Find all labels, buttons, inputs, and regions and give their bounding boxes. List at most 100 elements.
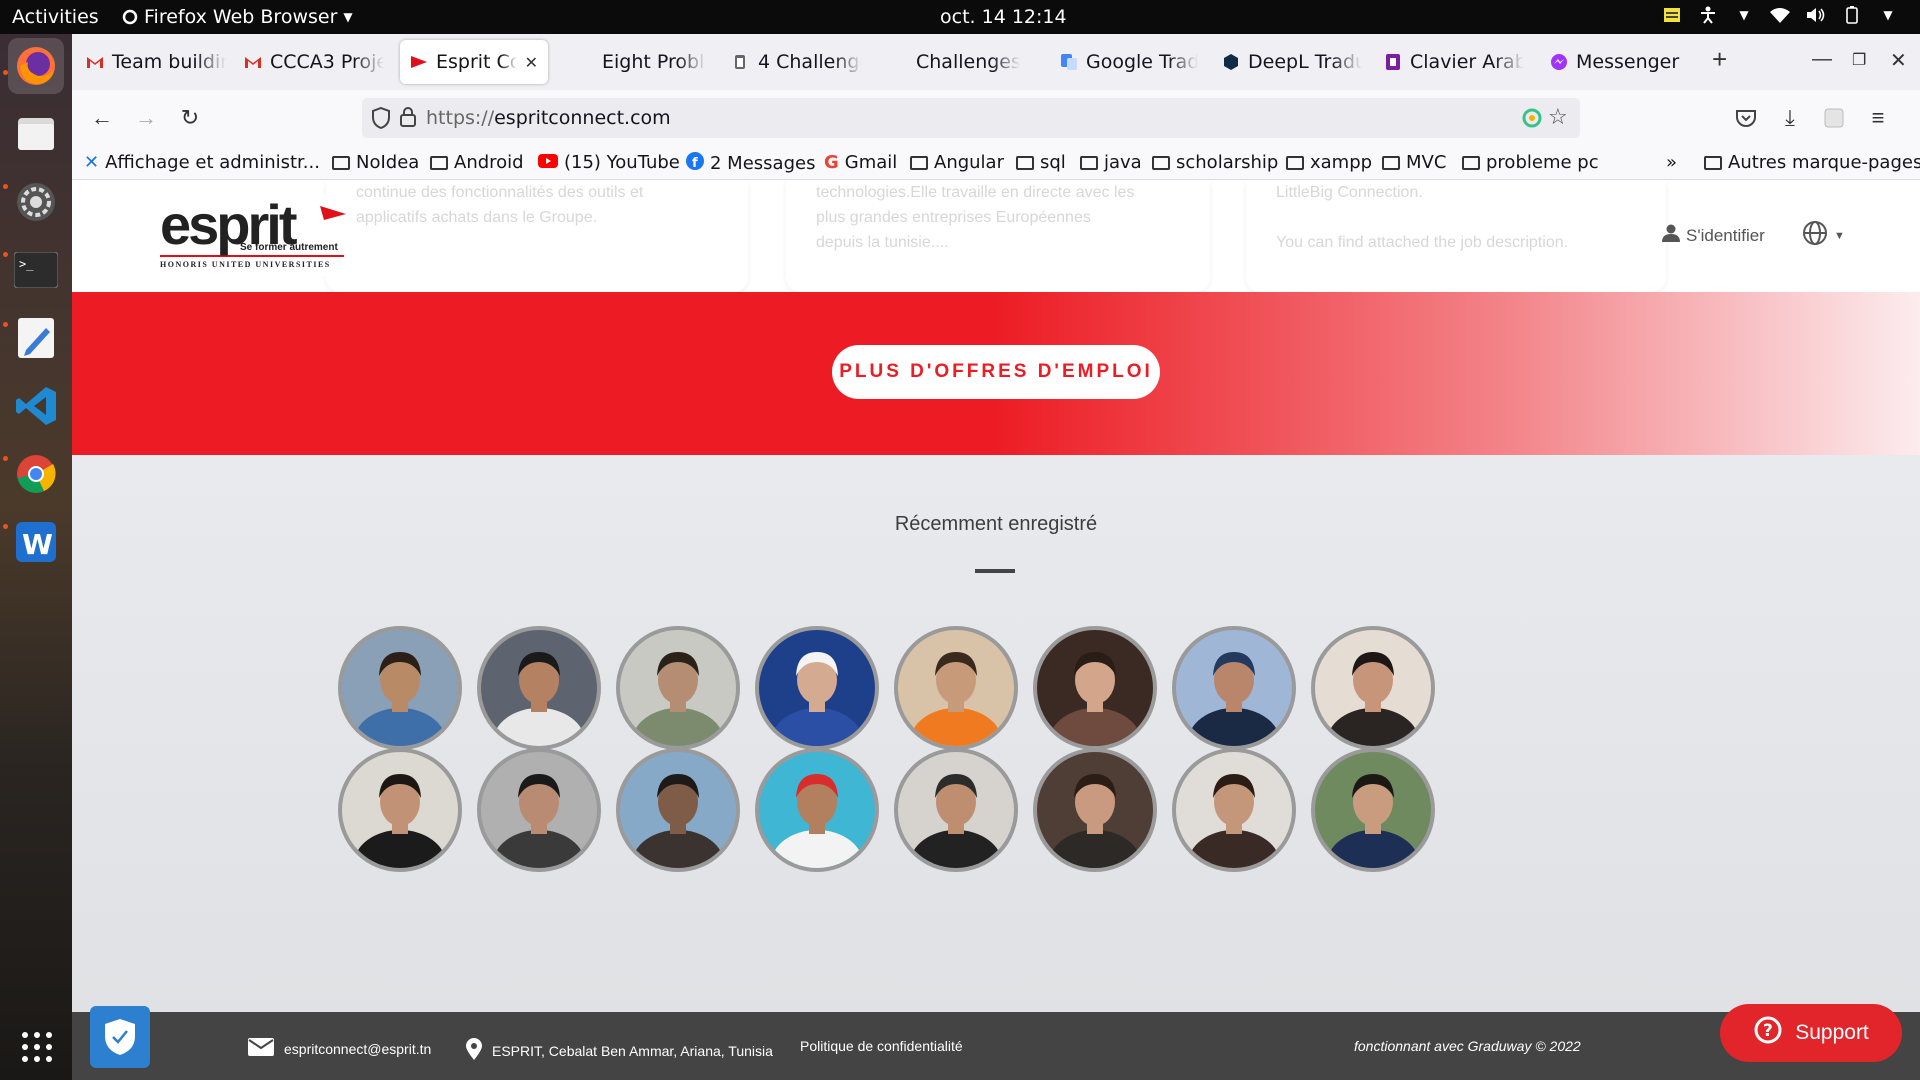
- bookmark-label: Angular: [934, 152, 1004, 173]
- member-avatar[interactable]: [338, 626, 462, 750]
- question-icon: ?: [1753, 1015, 1783, 1051]
- wifi-icon[interactable]: [1770, 5, 1790, 25]
- google-translate-icon: [1060, 53, 1078, 71]
- job-card[interactable]: continue des fonctionnalités des outils …: [326, 180, 748, 292]
- bookmark-xampp[interactable]: xampp: [1286, 152, 1372, 173]
- app-menu[interactable]: Firefox Web Browser ▼: [122, 6, 353, 28]
- bookmark-gmail[interactable]: G Gmail: [824, 152, 897, 173]
- tab-deepl[interactable]: DeepL Traducteur: [1212, 40, 1362, 84]
- support-button[interactable]: ? Support: [1720, 1004, 1902, 1062]
- new-tab-button[interactable]: +: [1712, 44, 1727, 75]
- member-avatar[interactable]: [755, 748, 879, 872]
- member-avatar[interactable]: [894, 626, 1018, 750]
- member-avatar[interactable]: [1172, 748, 1296, 872]
- footer-address[interactable]: ESPRIT, Cebalat Ben Ammar, Ariana, Tunis…: [466, 1038, 773, 1063]
- bookmark-messages[interactable]: f 2 Messages: [686, 152, 815, 175]
- privacy-link[interactable]: Politique de confidentialité: [800, 1038, 963, 1054]
- tab-eight-problems[interactable]: Eight Problems: [566, 40, 706, 84]
- tab-ccca3-project[interactable]: CCCA3 Project: [234, 40, 384, 84]
- member-avatar[interactable]: [1033, 626, 1157, 750]
- bookmarks-overflow-icon[interactable]: »: [1666, 152, 1677, 173]
- page-content: continue des fonctionnalités des outils …: [72, 180, 1920, 1080]
- extension-icon[interactable]: [1522, 108, 1542, 133]
- pocket-icon[interactable]: [1732, 104, 1760, 132]
- member-avatar[interactable]: [894, 748, 1018, 872]
- reload-button[interactable]: ↻: [176, 104, 204, 132]
- member-avatar[interactable]: [1033, 748, 1157, 872]
- bookmark-other[interactable]: Autres marque-pages: [1704, 152, 1920, 173]
- terminal-icon[interactable]: >_: [8, 242, 64, 298]
- tab-google-traduction[interactable]: Google Traduction: [1050, 40, 1198, 84]
- svg-text:W: W: [22, 528, 53, 561]
- activities-button[interactable]: Activities: [12, 6, 99, 28]
- member-avatar[interactable]: [1311, 748, 1435, 872]
- bookmark-sql[interactable]: sql: [1016, 152, 1066, 173]
- battery-icon[interactable]: [1842, 5, 1862, 25]
- show-apps-icon[interactable]: [20, 1030, 54, 1064]
- member-avatar[interactable]: [755, 626, 879, 750]
- member-avatar[interactable]: [477, 626, 601, 750]
- member-avatar[interactable]: [616, 748, 740, 872]
- vscode-icon[interactable]: [8, 378, 64, 434]
- extensions-icon[interactable]: [1820, 104, 1848, 132]
- settings-icon[interactable]: [8, 174, 64, 230]
- url-bar[interactable]: https://espritconnect.com ☆: [362, 98, 1580, 138]
- tab-messenger[interactable]: Messenger: [1540, 40, 1680, 84]
- notes-icon[interactable]: [1662, 5, 1682, 25]
- menu-icon[interactable]: ≡: [1864, 104, 1892, 132]
- volume-icon[interactable]: [1806, 5, 1826, 25]
- forward-button[interactable]: →: [132, 104, 160, 132]
- bookmark-android[interactable]: Android: [430, 152, 524, 173]
- bookmark-youtube[interactable]: (15) YouTube: [538, 152, 680, 173]
- language-selector[interactable]: ▼: [1802, 220, 1845, 251]
- bookmark-affichage[interactable]: ✕ Affichage et administr...: [84, 152, 320, 173]
- bookmark-star-icon[interactable]: ☆: [1548, 104, 1568, 130]
- minimize-button[interactable]: —: [1812, 48, 1832, 71]
- firefox-icon[interactable]: [8, 38, 64, 94]
- shield-tracking-icon[interactable]: [372, 106, 390, 134]
- footer-email[interactable]: espritconnect@esprit.tn: [248, 1038, 431, 1059]
- restore-button[interactable]: ❐: [1852, 50, 1866, 70]
- text-editor-icon[interactable]: [8, 310, 64, 366]
- security-shield-icon[interactable]: [90, 1006, 150, 1068]
- chrome-icon[interactable]: [8, 446, 64, 502]
- tab-challenges-n[interactable]: Challenges N: [880, 40, 1020, 84]
- downloads-icon[interactable]: ⤓: [1776, 104, 1804, 132]
- title-underline: [975, 569, 1015, 573]
- bookmark-mvc[interactable]: MVC: [1382, 152, 1446, 173]
- bookmark-java[interactable]: java: [1080, 152, 1142, 173]
- bookmark-angular[interactable]: Angular: [910, 152, 1004, 173]
- tab-team-building[interactable]: Team building: [76, 40, 226, 84]
- tab-clavier-arabe[interactable]: Clavier Arabe: [1374, 40, 1524, 84]
- system-tray[interactable]: ▼ ▼: [1662, 5, 1898, 25]
- back-button[interactable]: ←: [88, 104, 116, 132]
- job-card[interactable]: LittleBig Connection. You can find attac…: [1246, 180, 1666, 292]
- more-jobs-button[interactable]: PLUS D'OFFRES D'EMPLOI: [832, 345, 1160, 399]
- signin-link[interactable]: S'identifier: [1662, 224, 1765, 247]
- url-text[interactable]: https://espritconnect.com: [426, 107, 671, 129]
- accessibility-icon[interactable]: [1698, 5, 1718, 25]
- bookmark-noidea[interactable]: NoIdea: [332, 152, 419, 173]
- chevron-down-icon[interactable]: ▼: [1878, 5, 1898, 25]
- tab-4-challenges[interactable]: 4 Challenges: [722, 40, 862, 84]
- bookmark-probleme-pc[interactable]: probleme pc: [1462, 152, 1599, 173]
- close-window-button[interactable]: ✕: [1890, 48, 1907, 73]
- writer-icon[interactable]: W: [8, 514, 64, 570]
- job-card[interactable]: technologies.Elle travaille en directe a…: [786, 180, 1210, 292]
- member-avatar[interactable]: [1311, 626, 1435, 750]
- lock-icon[interactable]: [400, 107, 416, 132]
- tab-esprit-connect[interactable]: Esprit Connect ✕: [400, 40, 548, 84]
- member-avatar[interactable]: [616, 626, 740, 750]
- clock[interactable]: oct. 14 12:14: [940, 6, 1067, 28]
- files-icon[interactable]: [8, 106, 64, 162]
- esprit-logo[interactable]: esprit Se former autrement HONORIS UNITE…: [158, 193, 348, 276]
- bookmark-scholarship[interactable]: scholarship: [1152, 152, 1278, 173]
- member-avatar[interactable]: [1172, 626, 1296, 750]
- chevron-down-icon[interactable]: ▼: [1734, 5, 1754, 25]
- close-tab-icon[interactable]: ✕: [525, 53, 538, 72]
- messenger-icon: [1550, 53, 1568, 71]
- tab-label: 4 Challenges: [758, 51, 862, 73]
- member-avatar[interactable]: [477, 748, 601, 872]
- member-avatar[interactable]: [338, 748, 462, 872]
- bookmark-label: probleme pc: [1486, 152, 1599, 173]
